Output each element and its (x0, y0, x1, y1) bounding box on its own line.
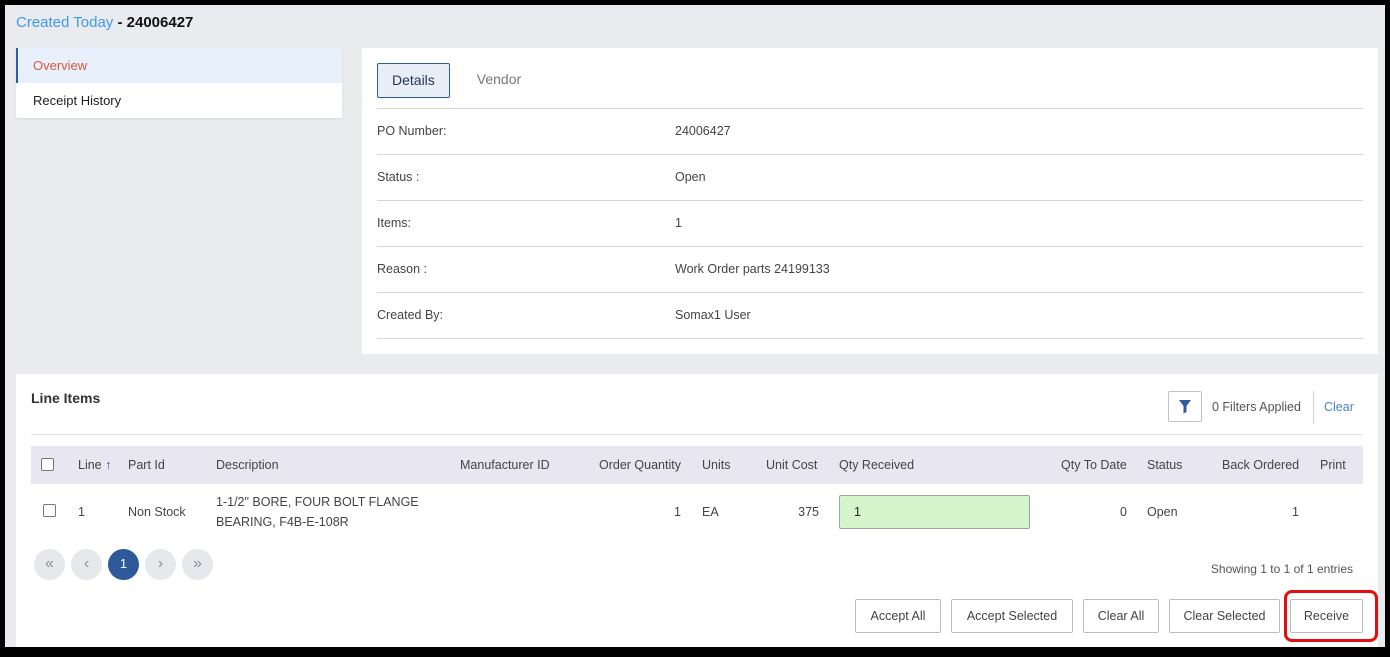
prev-page-button[interactable]: ‹ (71, 549, 102, 580)
field-label: Status : (377, 170, 420, 184)
first-page-button[interactable]: « (34, 549, 65, 580)
entries-info: Showing 1 to 1 of 1 entries (1210, 562, 1353, 576)
col-qty-received[interactable]: Qty Received (839, 458, 914, 472)
field-value: 24006427 (675, 124, 731, 138)
line-items-title: Line Items (31, 390, 101, 406)
cell-unit-cost: 375 (798, 505, 819, 519)
cell-order-quantity: 1 (674, 505, 681, 519)
field-row-reason: Reason : Work Order parts 24199133 (377, 247, 1363, 293)
field-row-created-by: Created By: Somax1 User (377, 293, 1363, 339)
line-items-panel: Line Items 0 Filters Applied Clear Line … (16, 374, 1378, 647)
title-separator: - (113, 14, 127, 31)
page-1-button[interactable]: 1 (108, 549, 139, 580)
col-unit-cost[interactable]: Unit Cost (766, 458, 817, 472)
clear-filters-link[interactable]: Clear (1324, 400, 1354, 414)
cell-description-line1: 1-1/2" BORE, FOUR BOLT FLANGE (216, 495, 419, 509)
col-manufacturer-id[interactable]: Manufacturer ID (460, 458, 550, 472)
filters-applied-count: 0 Filters Applied (1212, 400, 1301, 414)
field-value: Open (675, 170, 706, 184)
filter-icon (1179, 400, 1191, 414)
col-back-ordered[interactable]: Back Ordered (1222, 458, 1299, 472)
page-frame: Created Today - 24006427 Overview Receip… (5, 5, 1385, 647)
field-label: PO Number: (377, 124, 447, 138)
last-page-button[interactable]: » (182, 549, 213, 580)
cell-part-id: Non Stock (128, 505, 186, 519)
table-row: 1 Non Stock 1-1/2" BORE, FOUR BOLT FLANG… (31, 484, 1363, 538)
cell-status: Open (1147, 505, 1178, 519)
side-nav: Overview Receipt History (16, 48, 342, 118)
col-print[interactable]: Print (1320, 458, 1346, 472)
details-panel: Details Vendor PO Number: 24006427 Statu… (362, 48, 1378, 354)
col-order-quantity[interactable]: Order Quantity (599, 458, 681, 472)
field-value: 1 (675, 216, 682, 230)
page-title: Created Today - 24006427 (16, 14, 193, 31)
field-label: Created By: (377, 308, 444, 322)
cell-description-line2: BEARING, F4B-E-108R (216, 515, 349, 529)
created-today-link[interactable]: Created Today (16, 14, 113, 31)
field-value: Work Order parts 24199133 (675, 262, 830, 276)
next-page-button[interactable]: › (145, 549, 176, 580)
row-checkbox[interactable] (43, 504, 56, 517)
title-po-number: 24006427 (126, 14, 194, 31)
cell-line: 1 (78, 505, 85, 519)
clear-selected-button[interactable]: Clear Selected (1169, 599, 1280, 633)
sidebar-item-receipt-history[interactable]: Receipt History (16, 83, 342, 118)
details-tabs: Details Vendor (377, 63, 535, 98)
accept-selected-button[interactable]: Accept Selected (951, 599, 1073, 633)
col-line-label: Line (78, 458, 102, 472)
cell-qty-to-date: 0 (1120, 505, 1127, 519)
sort-asc-icon: ↑ (105, 458, 112, 472)
field-label: Items: (377, 216, 412, 230)
table-header: Line ↑ Part Id Description Manufacturer … (31, 446, 1363, 484)
col-part-id[interactable]: Part Id (128, 458, 165, 472)
col-qty-to-date[interactable]: Qty To Date (1061, 458, 1127, 472)
filter-button[interactable] (1168, 391, 1202, 422)
cell-back-ordered: 1 (1292, 505, 1299, 519)
header-divider (31, 434, 1363, 435)
field-value: Somax1 User (675, 308, 751, 322)
col-line[interactable]: Line ↑ (78, 458, 111, 472)
clear-all-button[interactable]: Clear All (1083, 599, 1159, 633)
tab-vendor[interactable]: Vendor (463, 63, 535, 98)
select-all-checkbox[interactable] (41, 458, 54, 471)
sidebar-item-overview[interactable]: Overview (16, 48, 342, 83)
receive-highlight-box (1284, 590, 1378, 642)
field-label: Reason : (377, 262, 428, 276)
field-row-status: Status : Open (377, 155, 1363, 201)
cell-units: EA (702, 505, 719, 519)
col-description[interactable]: Description (216, 458, 279, 472)
accept-all-button[interactable]: Accept All (855, 599, 941, 633)
col-units[interactable]: Units (702, 458, 730, 472)
tab-details[interactable]: Details (377, 63, 450, 98)
col-status[interactable]: Status (1147, 458, 1182, 472)
field-row-po-number: PO Number: 24006427 (377, 109, 1363, 155)
pagination: « ‹ 1 › » (34, 549, 213, 580)
filter-divider (1313, 391, 1314, 424)
qty-received-input[interactable] (839, 495, 1030, 529)
field-row-items: Items: 1 (377, 201, 1363, 247)
